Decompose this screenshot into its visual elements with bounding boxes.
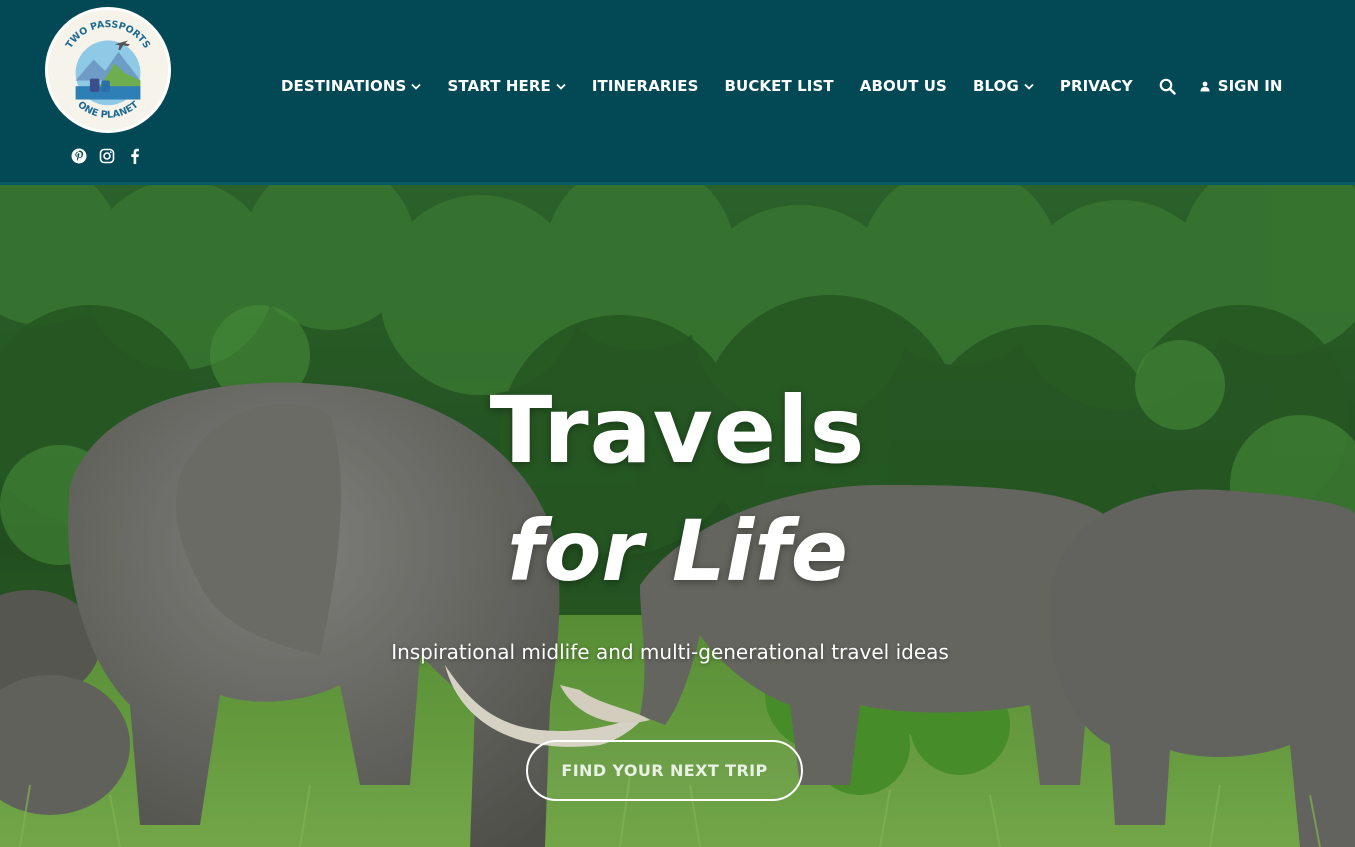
nav-item-itineraries[interactable]: ITINERARIES [592, 77, 699, 95]
hero-section: Travels for Life Inspirational midlife a… [0, 185, 1355, 847]
nav-item-privacy[interactable]: PRIVACY [1060, 77, 1133, 95]
nav-item-label: START HERE [447, 77, 551, 95]
nav-item-label: BLOG [972, 77, 1019, 95]
chevron-down-icon [556, 83, 566, 90]
social-links [71, 148, 143, 164]
chevron-down-icon [411, 83, 422, 90]
nav-item-label: ABOUT US [859, 77, 947, 95]
nav-item-label: PRIVACY [1059, 77, 1133, 95]
sign-in-label: SIGN IN [1217, 77, 1283, 95]
search-icon[interactable] [1159, 78, 1176, 95]
user-icon [1200, 81, 1210, 91]
hero-title-line-2: for Life [507, 502, 848, 600]
nav-item-label: ITINERARIES [591, 77, 699, 95]
find-next-trip-button[interactable]: FIND YOUR NEXT TRIP [526, 740, 803, 801]
site-logo[interactable]: TWO PASSPORTS ONE PLANET [45, 7, 171, 133]
pinterest-icon[interactable] [71, 148, 87, 164]
facebook-icon[interactable] [127, 148, 143, 164]
nav-item-bucket-list[interactable]: BUCKET LIST [725, 77, 834, 95]
nav-item-destinations[interactable]: DESTINATIONS [281, 77, 422, 95]
nav-item-blog[interactable]: BLOG [973, 77, 1034, 95]
logo-graphic: TWO PASSPORTS ONE PLANET [48, 10, 168, 130]
nav-item-label: DESTINATIONS [281, 77, 407, 95]
nav-item-start-here[interactable]: START HERE [447, 77, 566, 95]
main-nav: DESTINATIONS START HERE ITINERARIES BUCK… [281, 74, 1282, 98]
hero-title-line-1: Travels [489, 377, 866, 484]
nav-item-label: BUCKET LIST [724, 77, 834, 95]
site-header: TWO PASSPORTS ONE PLANET DESTINATIONS ST… [0, 0, 1355, 185]
nav-item-about-us[interactable]: ABOUT US [860, 77, 947, 95]
instagram-icon[interactable] [99, 148, 115, 164]
hero-subtitle: Inspirational midlife and multi-generati… [391, 640, 949, 664]
chevron-down-icon [1024, 83, 1034, 90]
sign-in-link[interactable]: SIGN IN [1200, 77, 1283, 95]
